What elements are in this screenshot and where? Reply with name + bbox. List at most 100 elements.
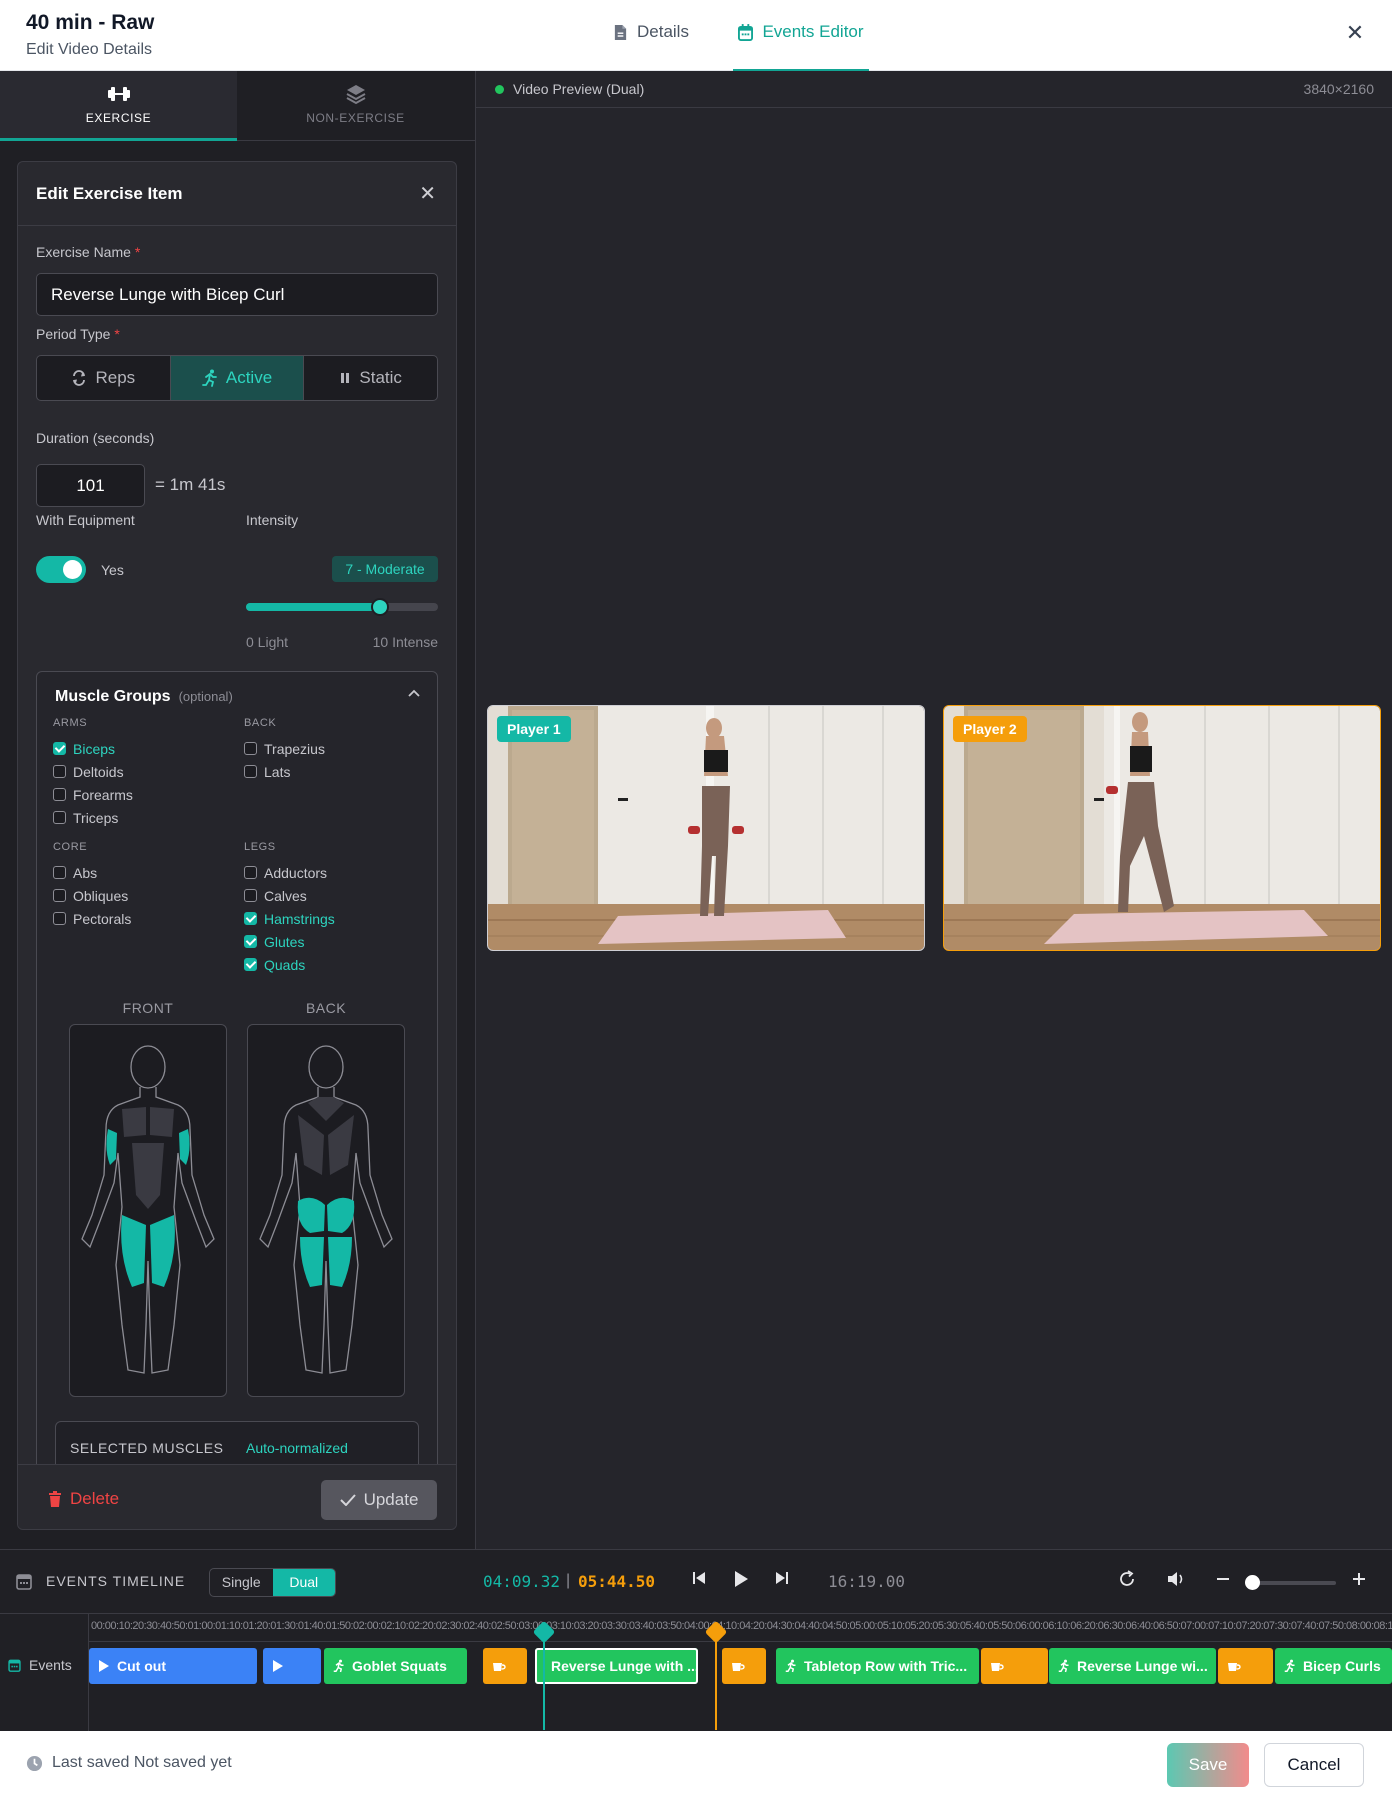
checkbox-glutes[interactable]: Glutes [244,930,335,953]
equipment-toggle[interactable] [36,556,86,583]
tab-events-editor-label: Events Editor [762,22,864,41]
duration-label: Duration (seconds) [36,430,155,446]
save-button[interactable]: Save [1167,1743,1249,1787]
event-tabletop-row[interactable]: Tabletop Row with Tric... [776,1648,979,1684]
group-core: CORE Abs Obliques Pectorals [53,841,131,930]
selected-muscles-label: SELECTED MUSCLES [70,1440,224,1456]
player-2-video[interactable]: Player 2 [943,705,1381,951]
event-cut-out[interactable]: Cut out [89,1648,257,1684]
tab-non-exercise[interactable]: NON-EXERCISE [237,71,474,141]
checkbox-pectorals[interactable]: Pectorals [53,907,131,930]
volume-icon[interactable] [1166,1570,1186,1593]
checkbox-abs[interactable]: Abs [53,861,131,884]
play-icon[interactable] [733,1570,749,1593]
zoom-in-icon[interactable] [1352,1570,1366,1591]
tab-events-editor[interactable]: Events Editor [733,22,869,71]
checkbox-obliques[interactable]: Obliques [53,884,131,907]
checkbox-triceps[interactable]: Triceps [53,806,133,829]
coffee-icon [1228,1663,1241,1671]
period-active-button[interactable]: Active [170,356,305,400]
coffee-icon [991,1663,1004,1671]
intensity-slider[interactable] [246,598,438,616]
play-icon [273,1660,283,1672]
mode-single-button[interactable]: Single [210,1569,273,1596]
intensity-slider-thumb[interactable] [371,598,390,616]
last-saved-status: Last saved Not saved yet [26,1754,232,1772]
checkbox-forearms[interactable]: Forearms [53,783,133,806]
delete-button[interactable]: Delete [48,1489,119,1509]
event-cut-out-2[interactable] [263,1648,321,1684]
preview-label: Video Preview (Dual) [513,81,645,97]
preview-resolution: 3840×2160 [1303,81,1374,97]
skip-forward-icon[interactable] [775,1570,789,1591]
event-rest[interactable] [483,1648,527,1684]
checkbox-calves[interactable]: Calves [244,884,335,907]
close-icon[interactable]: ✕ [1344,22,1366,44]
calendar-icon [16,1574,32,1590]
checkbox-label: Calves [264,887,307,904]
checkbox-lats[interactable]: Lats [244,760,325,783]
ruler-ticks: 00:00:10:20:30:40:50:01:00:01:10:01:20:0… [91,1620,1392,1632]
checkbox-adductors[interactable]: Adductors [244,861,335,884]
coffee-icon [732,1663,745,1671]
event-rest[interactable] [1218,1648,1273,1684]
player-1-playhead[interactable] [532,1620,556,1730]
group-core-label: CORE [53,841,88,853]
event-rest[interactable] [722,1648,766,1684]
player-1-video[interactable]: Player 1 [487,705,925,951]
refresh-icon[interactable] [1118,1570,1136,1593]
event-label: Tabletop Row with Tric... [804,1658,968,1674]
preview-header: Video Preview (Dual) 3840×2160 [476,71,1392,108]
running-icon [333,1659,344,1673]
cancel-button[interactable]: Cancel [1264,1743,1364,1787]
muscle-groups-title[interactable]: Muscle Groups (optional) [55,688,233,706]
zoom-out-icon[interactable] [1216,1570,1230,1591]
zoom-slider[interactable] [1245,1575,1336,1590]
event-reverse-lunge-selected[interactable]: Reverse Lunge with ... [535,1648,698,1684]
intensity-min-label: 0 Light [246,634,289,650]
chevron-up-icon[interactable] [407,685,421,703]
auto-normalized-label: Auto-normalized [246,1440,348,1456]
timeline-title: EVENTS TIMELINE [46,1573,186,1589]
event-bicep-curls[interactable]: Bicep Curls [1275,1648,1392,1684]
tab-details[interactable]: Details [613,22,689,71]
mode-dual-button[interactable]: Dual [272,1569,335,1596]
checkbox-deltoids[interactable]: Deltoids [53,760,133,783]
group-legs: LEGS Adductors Calves Hamstrings Glutes … [244,841,335,976]
tab-exercise[interactable]: EXERCISE [0,71,237,141]
duration-human-readable: = 1m 41s [155,475,226,494]
checkbox-quads[interactable]: Quads [244,953,335,976]
checkbox-biceps[interactable]: Biceps [53,737,133,760]
period-reps-label: Reps [95,368,136,387]
period-static-button[interactable]: Static [304,356,437,400]
event-label: Cut out [117,1658,166,1674]
period-type-selector: Reps Active Static [36,355,438,401]
skip-back-icon[interactable] [692,1570,706,1591]
player-1-tag: Player 1 [497,716,571,742]
update-button[interactable]: Update [321,1480,437,1520]
checkbox-label: Triceps [73,809,119,826]
checkbox-label: Trapezius [264,740,325,757]
required-mark: * [134,244,141,260]
optional-hint: (optional) [178,689,233,704]
checkbox-trapezius[interactable]: Trapezius [244,737,325,760]
checkbox-hamstrings[interactable]: Hamstrings [244,907,335,930]
player-2-playhead[interactable] [704,1620,728,1730]
close-icon[interactable]: ✕ [419,181,436,206]
event-goblet-squats[interactable]: Goblet Squats [324,1648,467,1684]
events-track-label: Events [8,1657,72,1673]
period-type-label-text: Period Type [36,326,111,342]
period-reps-button[interactable]: Reps [37,356,171,400]
player-1-frame [488,706,924,950]
body-back-diagram [247,1024,405,1397]
event-rest[interactable] [981,1648,1048,1684]
event-reverse-lunge[interactable]: Reverse Lunge wi... [1049,1648,1216,1684]
intensity-badge: 7 - Moderate [332,556,438,582]
body-front-diagram [69,1024,227,1397]
zoom-slider-thumb[interactable] [1245,1575,1260,1590]
timeline-ruler[interactable]: 00:00:10:20:30:40:50:01:00:01:10:01:20:0… [89,1614,1392,1642]
exercise-name-input[interactable]: Reverse Lunge with Bicep Curl [36,273,438,316]
checkbox-label: Obliques [73,887,129,904]
checkbox-label: Hamstrings [264,910,335,927]
duration-input[interactable]: 101 [36,464,145,507]
